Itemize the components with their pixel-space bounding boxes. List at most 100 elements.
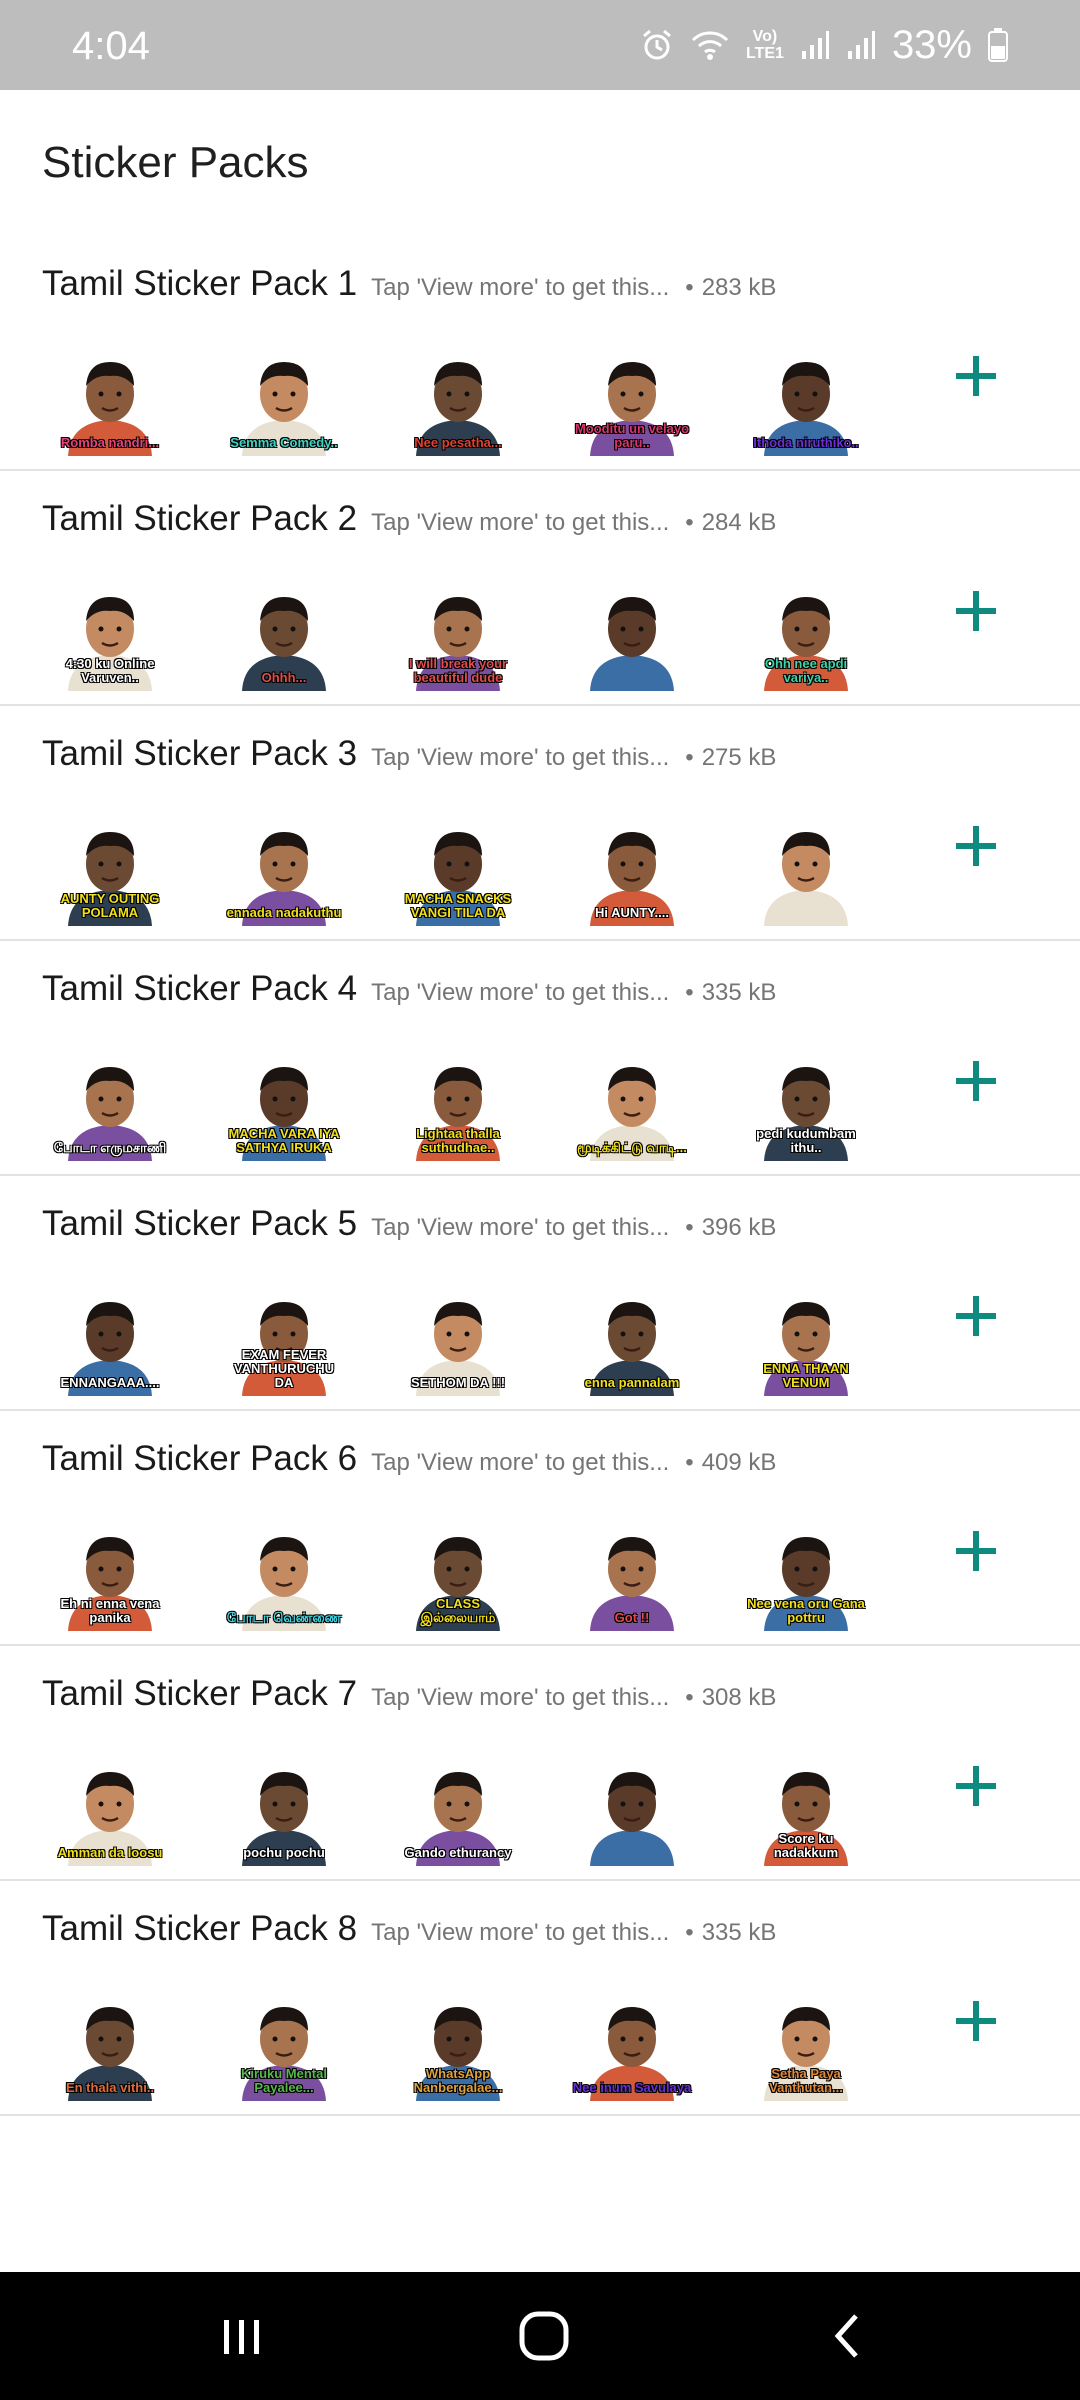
sticker-preview-row: Amman da loosu pochu pochu Gando ethuran… xyxy=(0,1746,1000,1866)
volte-label: Vo) xyxy=(752,28,778,45)
add-to-whatsapp-button[interactable] xyxy=(946,1521,1006,1581)
add-to-whatsapp-button[interactable] xyxy=(946,1756,1006,1816)
plus-icon xyxy=(956,1531,996,1571)
sticker-caption: Semma Comedy.. xyxy=(230,435,338,450)
pack-size: 283 kB xyxy=(701,274,777,301)
sticker-thumbnail xyxy=(746,806,866,926)
pack-name: Tamil Sticker Pack 2 xyxy=(42,499,358,538)
sticker-caption: மூடிக்கிட்டு வாடி... xyxy=(577,1140,687,1155)
separator-dot: • xyxy=(685,1449,694,1476)
sticker-preview-row: En thala vithi.. Kiruku Mental Payalee..… xyxy=(0,1981,1000,2101)
sticker-thumbnail: enna pannalam xyxy=(572,1276,692,1396)
sticker-pack-item[interactable]: Tamil Sticker Pack 6 Tap 'View more' to g… xyxy=(0,1411,1080,1646)
sticker-caption: ENNANGAAA.... xyxy=(60,1375,160,1390)
separator-dot: • xyxy=(685,1684,694,1711)
wifi-icon xyxy=(690,28,730,62)
lte-label: LTE1 xyxy=(746,45,784,62)
sticker-thumbnail: Setha Paya Vanthutan... xyxy=(746,1981,866,2101)
pack-header: Tamil Sticker Pack 4 Tap 'View more' to g… xyxy=(42,969,1040,1009)
sticker-thumbnail: ennada nadakuthu xyxy=(224,806,344,926)
sticker-thumbnail: Eh ni enna vena panika xyxy=(50,1511,170,1631)
sticker-caption: Lightaa thalla suthudhae.. xyxy=(416,1126,500,1155)
sticker-caption: Eh ni enna vena panika xyxy=(60,1596,160,1625)
pack-header: Tamil Sticker Pack 5 Tap 'View more' to g… xyxy=(42,1204,1040,1244)
sticker-caption: MACHA VARA IYA SATHYA IRUKA xyxy=(228,1126,340,1155)
sticker-caption: enna pannalam xyxy=(584,1375,680,1390)
sticker-caption: AUNTY OUTING POLAMA xyxy=(60,891,160,920)
sticker-thumbnail: WhatsApp Nanbergalae... xyxy=(398,1981,518,2101)
pack-description: Tap 'View more' to get this... xyxy=(371,274,670,301)
sticker-caption: pedi kudumbam ithu.. xyxy=(756,1126,856,1155)
add-to-whatsapp-button[interactable] xyxy=(946,1991,1006,2051)
sticker-caption: Mooditu un velayo paru.. xyxy=(574,421,690,450)
home-button[interactable] xyxy=(514,2306,574,2366)
sticker-thumbnail: Ohhh... xyxy=(224,571,344,691)
add-to-whatsapp-button[interactable] xyxy=(946,1051,1006,1111)
pack-size: 396 kB xyxy=(701,1214,777,1241)
sticker-caption: Ohhh... xyxy=(261,670,307,685)
battery-percent: 33% xyxy=(891,22,972,67)
sticker-caption: போடா வெண்ணை xyxy=(226,1610,342,1625)
back-button[interactable] xyxy=(818,2306,878,2366)
sticker-thumbnail: ENNANGAAA.... xyxy=(50,1276,170,1396)
plus-icon xyxy=(956,1296,996,1336)
pack-header: Tamil Sticker Pack 1 Tap 'View more' to g… xyxy=(42,264,1040,304)
separator-dot: • xyxy=(685,744,694,771)
sticker-pack-item[interactable]: Tamil Sticker Pack 5 Tap 'View more' to g… xyxy=(0,1176,1080,1411)
sticker-pack-item[interactable]: Tamil Sticker Pack 2 Tap 'View more' to g… xyxy=(0,471,1080,706)
separator-dot: • xyxy=(685,979,694,1006)
sticker-thumbnail: Ithoda niruthiko.. xyxy=(746,336,866,456)
sticker-thumbnail: pochu pochu xyxy=(224,1746,344,1866)
sticker-caption: Got !! xyxy=(614,1610,650,1625)
sticker-preview-row: Eh ni enna vena panika போடா வெண்ணை CLASS… xyxy=(0,1511,1000,1631)
sticker-caption: Setha Paya Vanthutan... xyxy=(769,2066,843,2095)
alarm-icon xyxy=(640,28,674,62)
sticker-thumbnail: CLASS இல்லையாம் xyxy=(398,1511,518,1631)
sticker-thumbnail: Romba nandri... xyxy=(50,336,170,456)
sticker-pack-item[interactable]: Tamil Sticker Pack 8 Tap 'View more' to g… xyxy=(0,1881,1080,2116)
sticker-caption: WhatsApp Nanbergalae... xyxy=(413,2066,503,2095)
sticker-thumbnail: Amman da loosu xyxy=(50,1746,170,1866)
sticker-pack-item[interactable]: Tamil Sticker Pack 9Tap 'View more' to g… xyxy=(0,2116,1080,2140)
plus-icon xyxy=(956,591,996,631)
add-to-whatsapp-button[interactable] xyxy=(946,581,1006,641)
pack-size: 308 kB xyxy=(701,1684,777,1711)
sticker-caption: I will break your beautiful dude xyxy=(408,656,508,685)
plus-icon xyxy=(956,826,996,866)
sticker-caption: Romba nandri... xyxy=(60,435,160,450)
sticker-preview-row: Romba nandri... Semma Comedy.. Nee pesat… xyxy=(0,336,1000,456)
pack-header: Tamil Sticker Pack 7 Tap 'View more' to g… xyxy=(42,1674,1040,1714)
add-to-whatsapp-button[interactable] xyxy=(946,1286,1006,1346)
add-to-whatsapp-button[interactable] xyxy=(946,816,1006,876)
sticker-thumbnail xyxy=(572,1746,692,1866)
pack-description: Tap 'View more' to get this... xyxy=(371,744,670,771)
sticker-thumbnail: போடா வெண்ணை xyxy=(224,1511,344,1631)
recent-apps-button[interactable] xyxy=(212,2306,272,2366)
pack-description: Tap 'View more' to get this... xyxy=(371,1919,670,1946)
sticker-caption: pochu pochu xyxy=(243,1845,325,1860)
sticker-pack-item[interactable]: Tamil Sticker Pack 1 Tap 'View more' to g… xyxy=(0,236,1080,471)
separator-dot: • xyxy=(685,1919,694,1946)
sticker-thumbnail: Lightaa thalla suthudhae.. xyxy=(398,1041,518,1161)
sticker-thumbnail: I will break your beautiful dude xyxy=(398,571,518,691)
sticker-thumbnail: Gando ethurancy xyxy=(398,1746,518,1866)
pack-header: Tamil Sticker Pack 6 Tap 'View more' to g… xyxy=(42,1439,1040,1479)
sticker-thumbnail: போடா எருமசாணி xyxy=(50,1041,170,1161)
sticker-thumbnail: Nee inum Savulaya xyxy=(572,1981,692,2101)
sticker-pack-list[interactable]: Tamil Sticker Pack 1 Tap 'View more' to g… xyxy=(0,236,1080,2140)
sticker-preview-row: 4:30 ku Online Varuven.. Ohhh... I will … xyxy=(0,571,1000,691)
status-icons: Vo) LTE1 33% xyxy=(640,20,1008,70)
pack-description: Tap 'View more' to get this... xyxy=(371,1214,670,1241)
sticker-caption: ENNA THAAN VENUM xyxy=(763,1361,849,1390)
sticker-pack-item[interactable]: Tamil Sticker Pack 7 Tap 'View more' to g… xyxy=(0,1646,1080,1881)
add-to-whatsapp-button[interactable] xyxy=(946,346,1006,406)
sticker-caption: CLASS இல்லையாம் xyxy=(420,1596,496,1625)
sticker-thumbnail: pedi kudumbam ithu.. xyxy=(746,1041,866,1161)
sticker-thumbnail: 4:30 ku Online Varuven.. xyxy=(50,571,170,691)
sticker-pack-item[interactable]: Tamil Sticker Pack 4 Tap 'View more' to g… xyxy=(0,941,1080,1176)
sticker-pack-item[interactable]: Tamil Sticker Pack 3 Tap 'View more' to g… xyxy=(0,706,1080,941)
sticker-caption: En thala vithi.. xyxy=(65,2080,155,2095)
pack-name: Tamil Sticker Pack 3 xyxy=(42,734,358,773)
sticker-caption: Score ku nadakkum xyxy=(773,1831,839,1860)
plus-icon xyxy=(956,1766,996,1806)
